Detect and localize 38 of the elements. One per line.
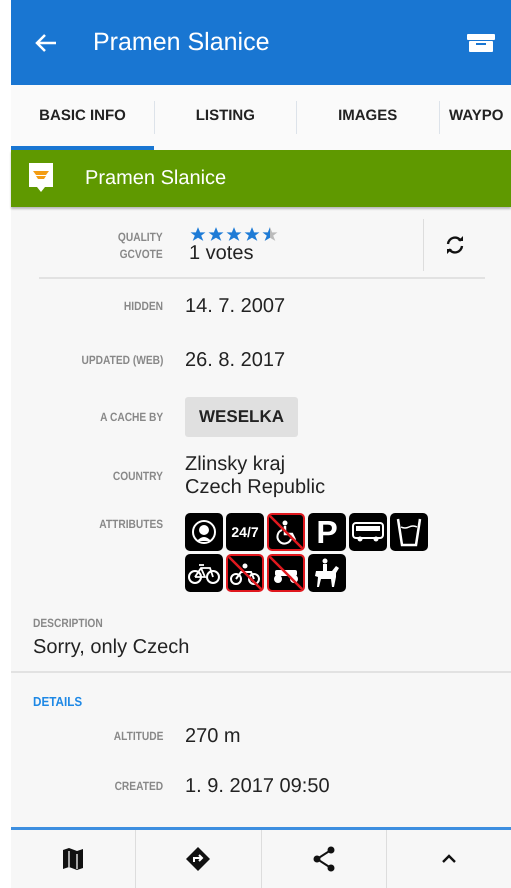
section-heading: DETAILS xyxy=(33,694,82,709)
attribute-label: 24/7 xyxy=(231,524,259,540)
field-label: COUNTRY xyxy=(112,469,163,483)
field-label: CREATED xyxy=(114,779,163,793)
tab[interactable]: WAYPO xyxy=(438,85,511,150)
field-value: Zlinsky kraj xyxy=(185,453,286,476)
owner-button[interactable]: WESELKA xyxy=(185,397,298,437)
field-value: 14. 7. 2007 xyxy=(185,294,286,318)
field-label: HIDDEN xyxy=(124,299,163,313)
box-icon[interactable] xyxy=(467,34,495,52)
app-bar-title: Pramen Slanice xyxy=(93,28,270,57)
description-text: Sorry, only Czech xyxy=(33,636,190,659)
back-arrow-icon[interactable] xyxy=(35,32,57,52)
tab[interactable]: IMAGES xyxy=(296,85,439,150)
section-label: DESCRIPTION xyxy=(33,616,103,630)
star-icon xyxy=(261,226,279,242)
attribute-label: P xyxy=(316,514,338,550)
field-value: 1. 9. 2017 09:50 xyxy=(185,774,331,798)
caret-up-icon xyxy=(440,854,457,864)
field-label: ALTITUDE xyxy=(113,729,163,743)
star-icon xyxy=(225,226,243,242)
share-icon xyxy=(312,846,336,872)
tab[interactable]: LISTING xyxy=(154,85,296,150)
star-icon xyxy=(189,226,207,242)
field-value: 26. 8. 2017 xyxy=(185,348,286,372)
field-label: GCVOTE xyxy=(120,246,163,260)
star-icon xyxy=(207,226,225,242)
field-label: QUALITY xyxy=(118,230,163,244)
map-icon xyxy=(62,847,84,871)
field-label: UPDATED (WEB) xyxy=(81,353,163,367)
cache-name: Pramen Slanice xyxy=(85,167,226,190)
votes-count: 1 votes xyxy=(189,242,254,264)
field-label: ATTRIBUTES xyxy=(99,517,163,531)
field-value: Czech Republic xyxy=(185,476,326,499)
field-label: A CACHE BY xyxy=(100,410,163,424)
directions-icon xyxy=(185,846,212,872)
star-icon xyxy=(243,226,261,242)
field-value: 270 m xyxy=(185,724,242,748)
